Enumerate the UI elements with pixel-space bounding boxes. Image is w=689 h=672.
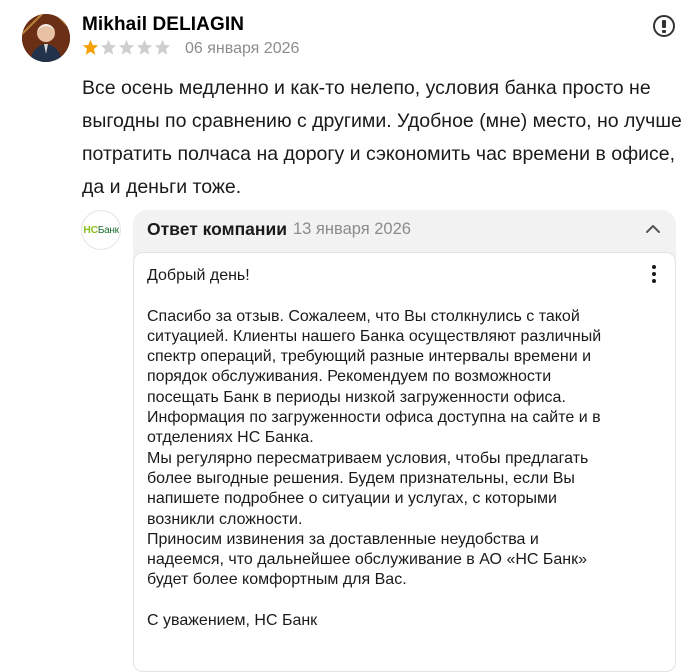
reply-header: Ответ компании — [147, 219, 287, 239]
reply-paragraph: Мы регулярно пересматриваем условия, что… — [147, 449, 589, 528]
logo-ns-text: НС — [83, 224, 98, 236]
star-icon — [100, 39, 117, 55]
star-icon — [154, 39, 171, 55]
report-icon[interactable] — [653, 15, 675, 37]
review-author[interactable]: Mikhail DELIAGIN — [82, 14, 244, 36]
reply-paragraph: Приносим извинения за доставленные неудо… — [147, 530, 588, 589]
reply-greeting: Добрый день! — [147, 267, 250, 284]
rating-stars — [82, 39, 171, 56]
review-text: Все осень медленно и как-то нелепо, усло… — [82, 77, 682, 198]
reply-date: 13 января 2026 — [293, 220, 411, 238]
review-date: 06 января 2026 — [185, 40, 300, 57]
reply-body: Добрый день! Спасибо за отзыв. Сожалеем,… — [147, 266, 617, 631]
logo-bank-text: Банк — [97, 224, 119, 236]
chevron-up-icon[interactable] — [644, 222, 662, 236]
company-logo[interactable]: НС Банк — [81, 210, 121, 250]
star-icon — [136, 39, 153, 55]
star-icon — [118, 39, 135, 55]
reply-signature: С уважением, НС Банк — [147, 612, 318, 630]
star-icon — [82, 39, 99, 55]
more-vertical-icon[interactable] — [648, 265, 660, 287]
avatar[interactable] — [22, 14, 70, 62]
reply-paragraph: Спасибо за отзыв. Сожалеем, что Вы столк… — [147, 307, 602, 447]
